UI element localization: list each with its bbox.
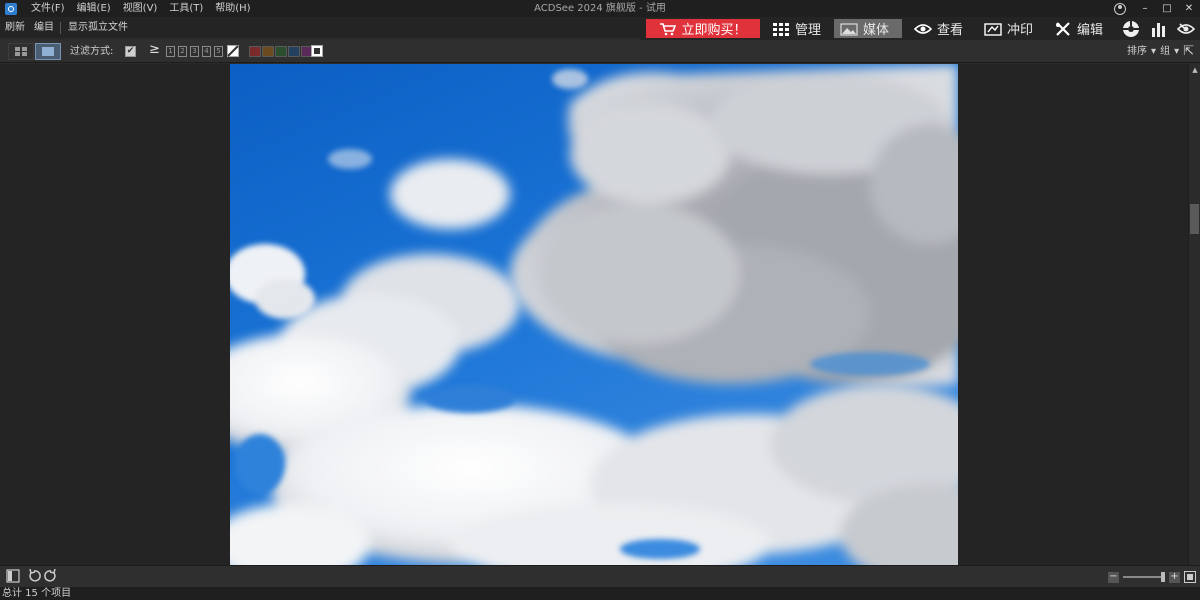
mode-develop[interactable]: 冲印 <box>978 19 1039 38</box>
color-label-orange[interactable] <box>262 46 274 57</box>
title-bar: 文件(F) 编辑(E) 视图(V) 工具(T) 帮助(H) ACDSee 202… <box>0 0 1200 17</box>
status-item-count: 总计 15 个项目 <box>2 588 72 599</box>
divider <box>60 21 61 34</box>
dashboard-icon[interactable] <box>1122 20 1140 38</box>
buy-now-label: 立即购买！ <box>681 23 747 38</box>
single-image-icon <box>42 47 54 56</box>
mode-media[interactable]: 媒体 <box>834 19 902 38</box>
filter-toolbar: 过滤方式: ✔ ≥ 1 2 3 4 5 排序 ▾ 组 ▾ ⇱ <box>0 40 1200 63</box>
single-view-button[interactable] <box>35 43 61 60</box>
menu-file[interactable]: 文件(F) <box>25 0 71 17</box>
status-bar: 总计 15 个项目 <box>0 587 1200 600</box>
zoom-in-button[interactable]: + <box>1169 571 1180 583</box>
rotate-right-icon[interactable] <box>44 569 58 583</box>
menu-bar: 文件(F) 编辑(E) 视图(V) 工具(T) 帮助(H) <box>25 0 257 17</box>
mode-bar: 立即购买！ 管理 媒体 查看 冲印 编辑 <box>640 17 1200 40</box>
develop-icon <box>984 22 1002 36</box>
scroll-up-icon[interactable]: ▲ <box>1191 66 1199 74</box>
zoom-slider[interactable] <box>1123 572 1165 582</box>
mode-manage-label: 管理 <box>795 23 822 38</box>
filter-checkbox[interactable]: ✔ <box>125 46 136 57</box>
window-controls: – □ ✕ <box>1114 0 1200 17</box>
vertical-scrollbar[interactable]: ▲ <box>1188 64 1200 565</box>
mode-edit[interactable]: 编辑 <box>1048 19 1109 38</box>
mode-media-label: 媒体 <box>863 23 890 38</box>
color-label-green[interactable] <box>275 46 287 57</box>
sky-cloud-photo <box>230 64 958 565</box>
color-label-blue[interactable] <box>288 46 300 57</box>
grid-icon <box>773 22 789 36</box>
mode-view[interactable]: 查看 <box>908 19 969 38</box>
scroll-thumb[interactable] <box>1190 204 1199 234</box>
pencil-ruler-icon <box>1056 21 1070 36</box>
rating-4-box[interactable]: 4 <box>202 46 211 57</box>
mode-view-label: 查看 <box>937 23 964 38</box>
chevron-down-icon: ▾ <box>1174 46 1180 57</box>
fit-window-icon[interactable] <box>1184 571 1196 583</box>
view-toggle-eye-icon[interactable] <box>1177 20 1195 38</box>
image-viewer[interactable] <box>0 64 1188 565</box>
sort-dropdown[interactable]: 排序 <box>1127 40 1147 63</box>
command-bar: 刷新 编目 显示孤立文件 <box>0 17 640 38</box>
rotate-left-icon[interactable] <box>27 569 41 583</box>
thumbnail-view-button[interactable] <box>8 43 34 60</box>
mode-manage[interactable]: 管理 <box>766 19 827 38</box>
stats-icon[interactable] <box>1150 20 1168 38</box>
rating-2-box[interactable]: 2 <box>178 46 187 57</box>
zoom-control: − + <box>1108 570 1196 584</box>
rating-3-box[interactable]: 3 <box>190 46 199 57</box>
photo-icon <box>840 22 858 36</box>
minimize-button[interactable]: – <box>1134 0 1156 17</box>
close-button[interactable]: ✕ <box>1178 0 1200 17</box>
refresh-button[interactable]: 刷新 <box>0 17 29 38</box>
user-account-icon[interactable] <box>1114 2 1126 15</box>
maximize-button[interactable]: □ <box>1156 0 1178 17</box>
clear-color-label-icon[interactable] <box>311 45 323 57</box>
buy-now-button[interactable]: 立即购买！ <box>646 19 760 38</box>
zoom-slider-thumb[interactable] <box>1161 572 1165 582</box>
thumbnails-icon <box>15 47 27 56</box>
menu-edit[interactable]: 编辑(E) <box>71 0 117 17</box>
bottom-toolbar: − + <box>0 565 1200 587</box>
group-dropdown[interactable]: 组 <box>1160 40 1170 63</box>
mode-edit-label: 编辑 <box>1077 23 1104 38</box>
mode-develop-label: 冲印 <box>1007 23 1034 38</box>
cart-icon <box>660 22 677 35</box>
rating-ge-symbol[interactable]: ≥ <box>149 42 160 57</box>
expand-icon[interactable]: ⇱ <box>1183 40 1194 63</box>
catalog-button[interactable]: 编目 <box>29 17 58 38</box>
filter-label: 过滤方式: <box>70 46 114 57</box>
eye-icon <box>914 23 932 34</box>
sort-group-area: 排序 ▾ 组 ▾ ⇱ <box>1127 40 1194 63</box>
menu-view[interactable]: 视图(V) <box>117 0 164 17</box>
rating-5-box[interactable]: 5 <box>214 46 223 57</box>
menu-help[interactable]: 帮助(H) <box>209 0 256 17</box>
color-label-red[interactable] <box>249 46 261 57</box>
show-orphans-button[interactable]: 显示孤立文件 <box>63 17 132 38</box>
chevron-down-icon: ▾ <box>1151 46 1157 57</box>
app-logo-icon <box>5 2 17 15</box>
rating-1-box[interactable]: 1 <box>166 46 175 57</box>
zoom-out-button[interactable]: − <box>1108 571 1119 583</box>
clear-rating-icon[interactable] <box>227 45 239 57</box>
menu-tools[interactable]: 工具(T) <box>163 0 209 17</box>
panel-toggle-icon[interactable] <box>6 569 20 583</box>
photo-image <box>230 64 958 565</box>
